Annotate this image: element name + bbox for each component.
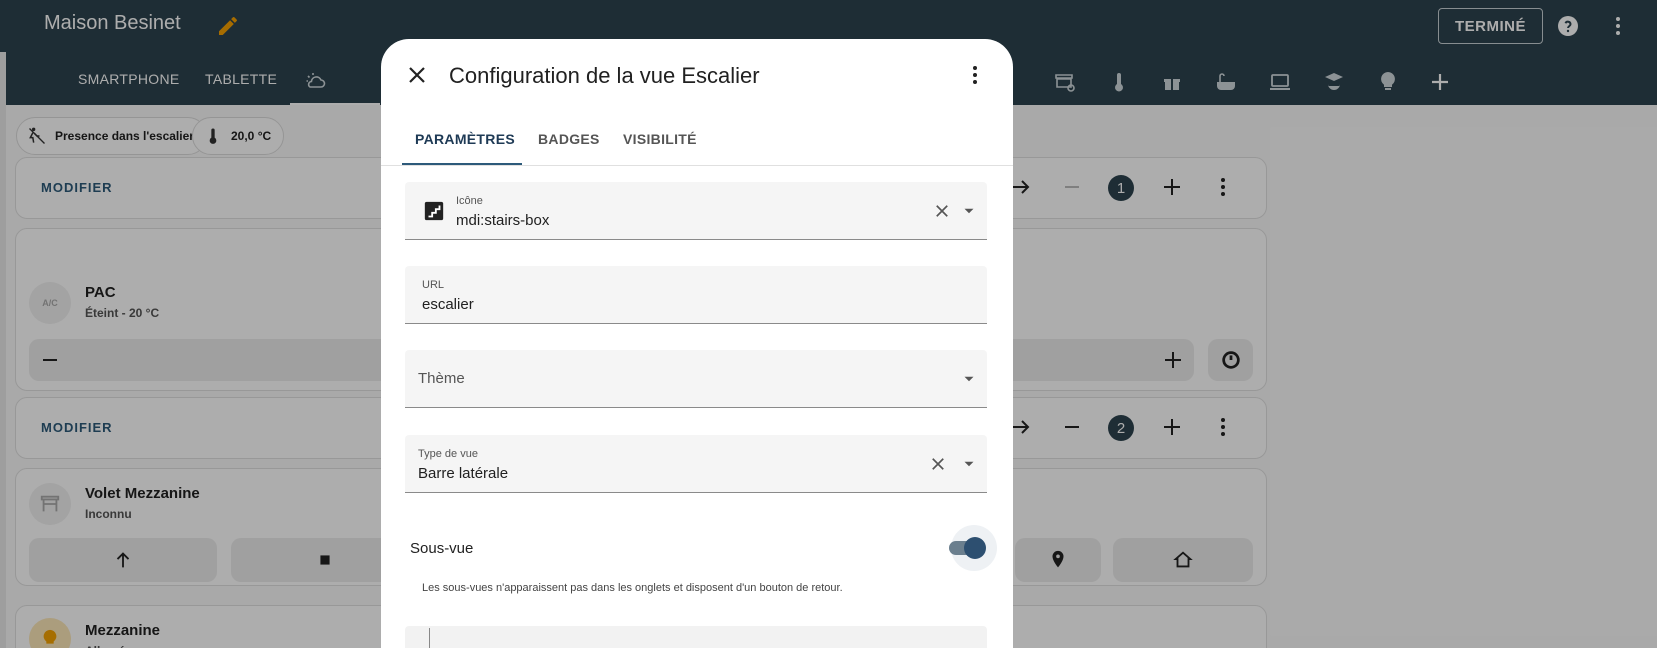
- icon-field[interactable]: Icône mdi:stairs-box: [405, 182, 987, 240]
- view-type-value: Barre latérale: [418, 465, 509, 482]
- stairs-box-icon: [424, 201, 444, 221]
- close-icon[interactable]: [405, 63, 429, 87]
- clear-icon[interactable]: [933, 202, 951, 220]
- tabs-divider: [381, 165, 1013, 166]
- tab-parametres[interactable]: PARAMÈTRES: [415, 131, 515, 147]
- icon-field-value: mdi:stairs-box: [456, 212, 550, 229]
- tab-badges[interactable]: BADGES: [538, 131, 600, 147]
- icon-field-label: Icône: [456, 195, 483, 207]
- menu-down-icon: [964, 376, 974, 382]
- code-editor-gutter: [429, 628, 430, 648]
- dots-vertical-icon[interactable]: [963, 63, 987, 87]
- url-field-label: URL: [422, 279, 445, 291]
- theme-select-label: Thème: [418, 370, 465, 387]
- view-config-dialog: Configuration de la vue Escalier PARAMÈT…: [381, 39, 1013, 648]
- url-field[interactable]: URL escalier: [405, 266, 987, 324]
- tab-visibilite[interactable]: VISIBILITÉ: [623, 131, 697, 147]
- clear-icon[interactable]: [929, 455, 947, 473]
- url-field-value: escalier: [422, 296, 474, 313]
- subview-toggle-thumb[interactable]: [964, 537, 986, 559]
- subview-helper-text: Les sous-vues n'apparaissent pas dans le…: [422, 582, 843, 594]
- dialog-title: Configuration de la vue Escalier: [449, 63, 760, 88]
- menu-down-icon[interactable]: [960, 455, 978, 473]
- view-type-select[interactable]: Type de vue Barre latérale: [405, 435, 987, 493]
- subview-label: Sous-vue: [410, 540, 474, 557]
- code-editor[interactable]: [405, 626, 987, 648]
- view-type-label: Type de vue: [418, 448, 478, 460]
- menu-down-icon[interactable]: [960, 202, 978, 220]
- theme-select[interactable]: Thème: [405, 350, 987, 408]
